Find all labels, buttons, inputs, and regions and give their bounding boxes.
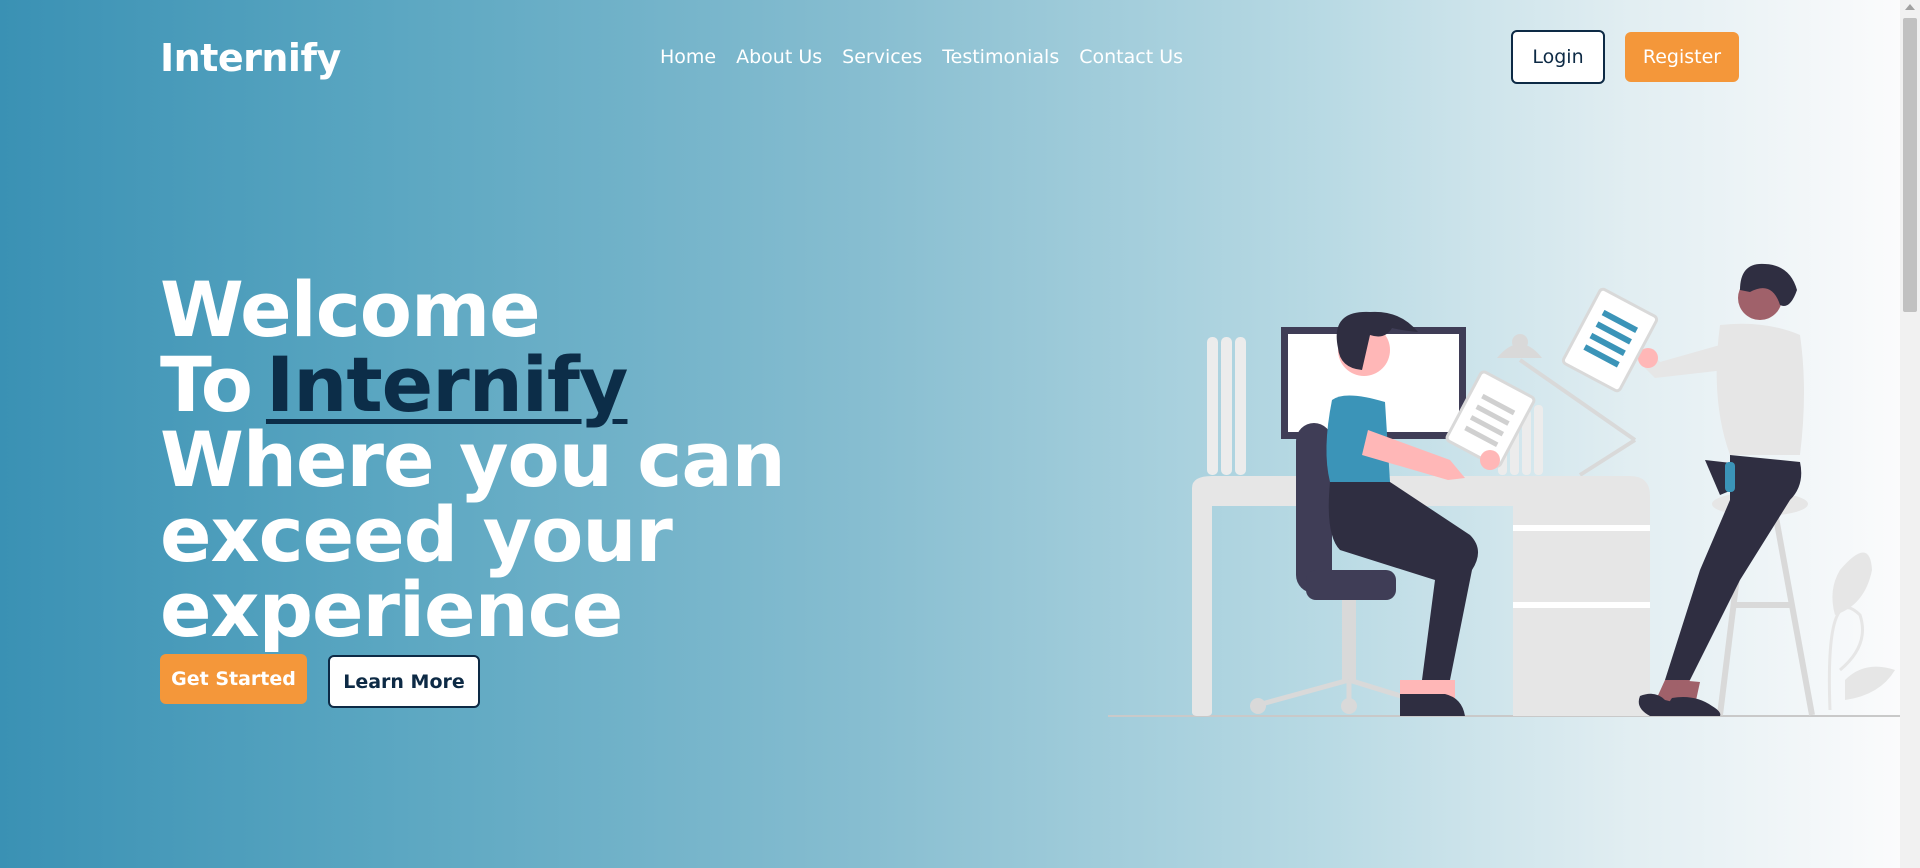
register-button[interactable]: Register xyxy=(1625,32,1739,82)
login-button[interactable]: Login xyxy=(1511,30,1605,84)
hero-title: Welcome To Internify Where you can exceed… xyxy=(160,272,980,648)
scroll-up-arrow-icon[interactable] xyxy=(1905,4,1915,10)
nav-services[interactable]: Services xyxy=(842,46,922,68)
get-started-button[interactable]: Get Started xyxy=(160,654,307,704)
learn-more-button[interactable]: Learn More xyxy=(328,655,480,708)
main-nav: Home About Us Services Testimonials Cont… xyxy=(660,46,1203,68)
nav-about-us[interactable]: About Us xyxy=(736,46,822,68)
page: Internify Home About Us Services Testimo… xyxy=(0,0,1900,868)
logo[interactable]: Internify xyxy=(160,36,341,80)
hero-title-line4: experience xyxy=(160,565,623,654)
nav-home[interactable]: Home xyxy=(660,46,716,68)
scroll-thumb[interactable] xyxy=(1903,18,1917,312)
office-workers-illustration xyxy=(1108,263,1900,717)
nav-contact-us[interactable]: Contact Us xyxy=(1079,46,1183,68)
nav-testimonials[interactable]: Testimonials xyxy=(942,46,1059,68)
page-scrollbar[interactable] xyxy=(1900,0,1920,868)
